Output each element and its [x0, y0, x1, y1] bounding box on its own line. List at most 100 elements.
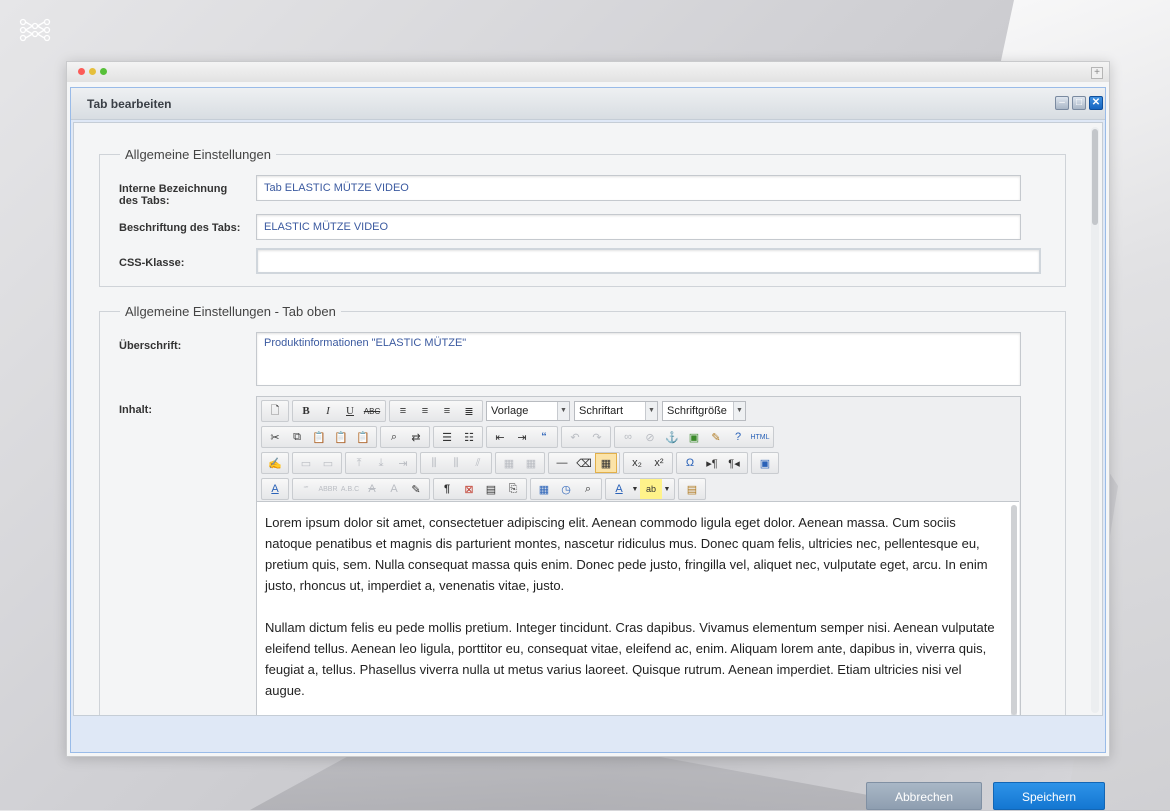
image-icon[interactable]: ▣: [683, 427, 705, 447]
underline-icon[interactable]: U: [339, 401, 361, 421]
minimize-window-button[interactable]: [89, 68, 96, 75]
cut-icon[interactable]: ✂: [264, 427, 286, 447]
html-source-icon[interactable]: HTML: [749, 427, 771, 447]
merge-cells-icon[interactable]: ▦: [520, 453, 542, 473]
special-char-icon[interactable]: Ω: [679, 453, 701, 473]
new-tab-icon[interactable]: +: [1091, 67, 1103, 79]
minimize-icon[interactable]: –: [1055, 96, 1069, 110]
split-cells-icon[interactable]: ▦: [498, 453, 520, 473]
close-icon[interactable]: ✕: [1089, 96, 1103, 110]
delete-row-icon[interactable]: ⇥: [392, 453, 414, 473]
insert-col-before-icon[interactable]: ⫼: [423, 453, 445, 473]
superscript-icon[interactable]: x²: [648, 453, 670, 473]
dialog-title: Tab bearbeiten: [87, 97, 172, 111]
chevron-down-icon: ▼: [733, 402, 745, 420]
find-icon[interactable]: ⌕: [383, 427, 405, 447]
align-right-icon[interactable]: ≡: [436, 401, 458, 421]
table-icon[interactable]: ▦: [595, 453, 617, 473]
highlight-color-icon[interactable]: ab: [640, 479, 662, 499]
subscript-icon[interactable]: x₂: [626, 453, 648, 473]
acronym-icon[interactable]: A.B.C: [339, 479, 361, 499]
delete-text-icon[interactable]: A: [361, 479, 383, 499]
page-break-icon[interactable]: ⎘: [502, 479, 524, 499]
paste-icon[interactable]: 📋: [308, 427, 330, 447]
insert-time-icon[interactable]: ◷: [555, 479, 577, 499]
template-icon[interactable]: ▤: [480, 479, 502, 499]
bold-icon[interactable]: B: [295, 401, 317, 421]
edit-icon[interactable]: ✍: [264, 453, 286, 473]
internal-name-label: Interne Bezeichnung des Tabs:: [119, 183, 228, 207]
insert-row-after-icon[interactable]: ⤓: [370, 453, 392, 473]
close-window-button[interactable]: [78, 68, 85, 75]
insert-row-before-icon[interactable]: ⤒: [348, 453, 370, 473]
font-size-select-value: Schriftgröße: [667, 405, 727, 417]
preview-icon[interactable]: ⌕: [577, 479, 599, 499]
attributes-icon[interactable]: ✎: [405, 479, 427, 499]
indent-icon[interactable]: ⇥: [511, 427, 533, 447]
cleanup-icon[interactable]: ✎: [705, 427, 727, 447]
abbr-icon[interactable]: ABBR: [317, 479, 339, 499]
font-select[interactable]: Schriftart ▼: [574, 401, 658, 421]
dialog-scrollbar[interactable]: [1091, 127, 1099, 713]
remove-format-icon[interactable]: ⊠: [458, 479, 480, 499]
rtl-icon[interactable]: ¶◂: [723, 453, 745, 473]
table-row-props-icon[interactable]: ▭: [295, 453, 317, 473]
window-title-bar: +: [67, 62, 1109, 82]
chevron-down-icon[interactable]: ▼: [662, 479, 672, 499]
cite-icon[interactable]: “”: [295, 479, 317, 499]
rich-text-editor: 🗋 B I U ABC ≡ ≡ ≡ ≣ Vorlage ▼ Schriftart…: [256, 396, 1021, 715]
dialog-body: Allgemeine Einstellungen Interne Bezeich…: [73, 122, 1103, 716]
bullet-list-icon[interactable]: ☰: [436, 427, 458, 447]
unlink-icon[interactable]: ⊘: [639, 427, 661, 447]
chevron-down-icon[interactable]: ▼: [630, 479, 640, 499]
fullscreen-icon[interactable]: ▣: [754, 453, 776, 473]
blockquote-icon[interactable]: “: [533, 427, 555, 447]
table-cell-props-icon[interactable]: ▭: [317, 453, 339, 473]
heading-textarea[interactable]: Produktinformationen "ELASTIC MÜTZE": [256, 332, 1021, 386]
help-icon[interactable]: ?: [727, 427, 749, 447]
insert-col-after-icon[interactable]: ⫼: [445, 453, 467, 473]
replace-icon[interactable]: ⇄: [405, 427, 427, 447]
editor-toolbar-row: A “” ABBR A.B.C A A ✎ ¶ ⊠ ▤ ⎘ ▦ ◷ ⌕ A ▼ …: [261, 478, 709, 500]
copy-icon[interactable]: ⧉: [286, 427, 308, 447]
font-select-value: Schriftart: [579, 405, 624, 417]
editor-toolbar-row: ✂ ⧉ 📋 📋 📋 ⌕ ⇄ ☰ ☷ ⇤ ⇥ “ ↶ ↷ ∞ ⊘ ⚓ ▣ ✎ ? …: [261, 426, 777, 448]
tab-caption-input[interactable]: ELASTIC MÜTZE VIDEO: [256, 214, 1021, 240]
align-justify-icon[interactable]: ≣: [458, 401, 480, 421]
strikethrough-icon[interactable]: ABC: [361, 401, 383, 421]
new-document-icon[interactable]: 🗋: [264, 401, 286, 421]
link-icon[interactable]: ∞: [617, 427, 639, 447]
horizontal-rule-icon[interactable]: —: [551, 453, 573, 473]
editor-content-area[interactable]: Lorem ipsum dolor sit amet, consectetuer…: [257, 501, 1019, 715]
delete-col-icon[interactable]: ⫽: [467, 453, 489, 473]
redo-icon[interactable]: ↷: [586, 427, 608, 447]
anchor-icon[interactable]: ⚓: [661, 427, 683, 447]
insert-text-icon[interactable]: A: [383, 479, 405, 499]
chevron-down-icon: ▼: [645, 402, 657, 420]
media-icon[interactable]: ▤: [681, 479, 703, 499]
eraser-icon[interactable]: ⌫: [573, 453, 595, 473]
align-center-icon[interactable]: ≡: [414, 401, 436, 421]
font-size-select[interactable]: Schriftgröße ▼: [662, 401, 746, 421]
internal-name-input[interactable]: Tab ELASTIC MÜTZE VIDEO: [256, 175, 1021, 201]
paste-word-icon[interactable]: 📋: [352, 427, 374, 447]
editor-scrollbar[interactable]: [1011, 505, 1017, 715]
align-left-icon[interactable]: ≡: [392, 401, 414, 421]
zoom-window-button[interactable]: [100, 68, 107, 75]
outdent-icon[interactable]: ⇤: [489, 427, 511, 447]
paste-text-icon[interactable]: 📋: [330, 427, 352, 447]
numbered-list-icon[interactable]: ☷: [458, 427, 480, 447]
app-window: + Tab bearbeiten – □ ✕ Allgemeine Einste…: [66, 61, 1110, 810]
style-select[interactable]: Vorlage ▼: [486, 401, 570, 421]
italic-icon[interactable]: I: [317, 401, 339, 421]
save-button[interactable]: Speichern: [993, 782, 1105, 810]
ltr-icon[interactable]: ▸¶: [701, 453, 723, 473]
maximize-icon[interactable]: □: [1072, 96, 1086, 110]
show-blocks-icon[interactable]: ¶: [436, 479, 458, 499]
styles-icon[interactable]: A: [264, 479, 286, 499]
font-color-icon[interactable]: A: [608, 479, 630, 499]
css-class-input[interactable]: [256, 248, 1041, 274]
undo-icon[interactable]: ↶: [564, 427, 586, 447]
insert-date-icon[interactable]: ▦: [533, 479, 555, 499]
cancel-button[interactable]: Abbrechen: [866, 782, 982, 810]
